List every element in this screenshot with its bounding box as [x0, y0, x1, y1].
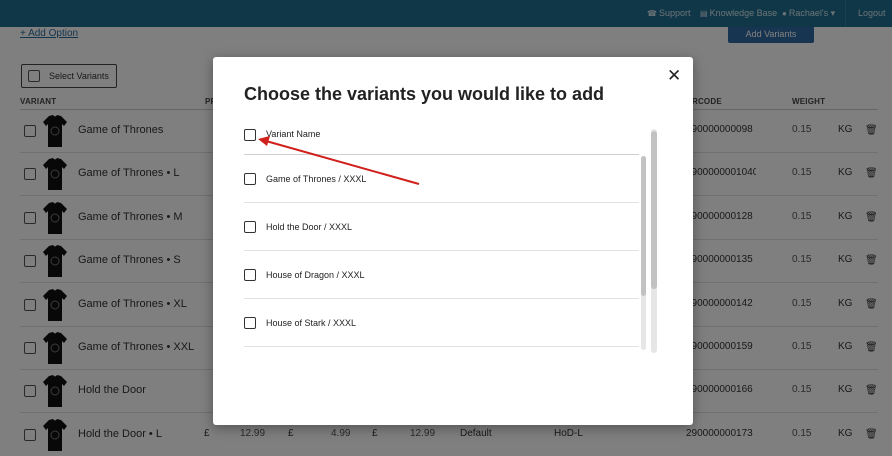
scrollbar-thumb[interactable]: [641, 156, 646, 296]
variant-name-header: Variant Name: [266, 129, 321, 139]
variant-checkbox[interactable]: [244, 173, 256, 185]
modal-scrollbar[interactable]: [651, 129, 657, 353]
variant-list: Game of Thrones / XXXL Hold the Door / X…: [244, 155, 639, 353]
variant-list-header: Variant Name: [244, 128, 639, 155]
select-all-checkbox[interactable]: [244, 129, 256, 141]
variant-label: House of Dragon / XXXL: [266, 270, 365, 280]
variant-list-scrollbar[interactable]: [641, 156, 646, 350]
variant-list-item[interactable]: Game of Thrones / XXXL: [244, 155, 639, 203]
variant-checkbox[interactable]: [244, 317, 256, 329]
variant-label: Game of Thrones / XXXL: [266, 174, 367, 184]
variant-checkbox[interactable]: [244, 269, 256, 281]
variant-list-item[interactable]: House of Stark / XXXL: [244, 299, 639, 347]
close-icon[interactable]: ✕: [667, 67, 681, 84]
variant-list-item[interactable]: Hold the Door / XXXL: [244, 203, 639, 251]
variant-list-item[interactable]: House of Dragon / XXXL: [244, 251, 639, 299]
modal-title: Choose the variants you would like to ad…: [244, 84, 605, 104]
variant-label: House of Stark / XXXL: [266, 318, 357, 328]
variant-checkbox[interactable]: [244, 221, 256, 233]
scrollbar-thumb[interactable]: [651, 131, 657, 289]
variant-label: Hold the Door / XXXL: [266, 222, 353, 232]
choose-variants-modal: ✕ Choose the variants you would like to …: [213, 57, 693, 425]
